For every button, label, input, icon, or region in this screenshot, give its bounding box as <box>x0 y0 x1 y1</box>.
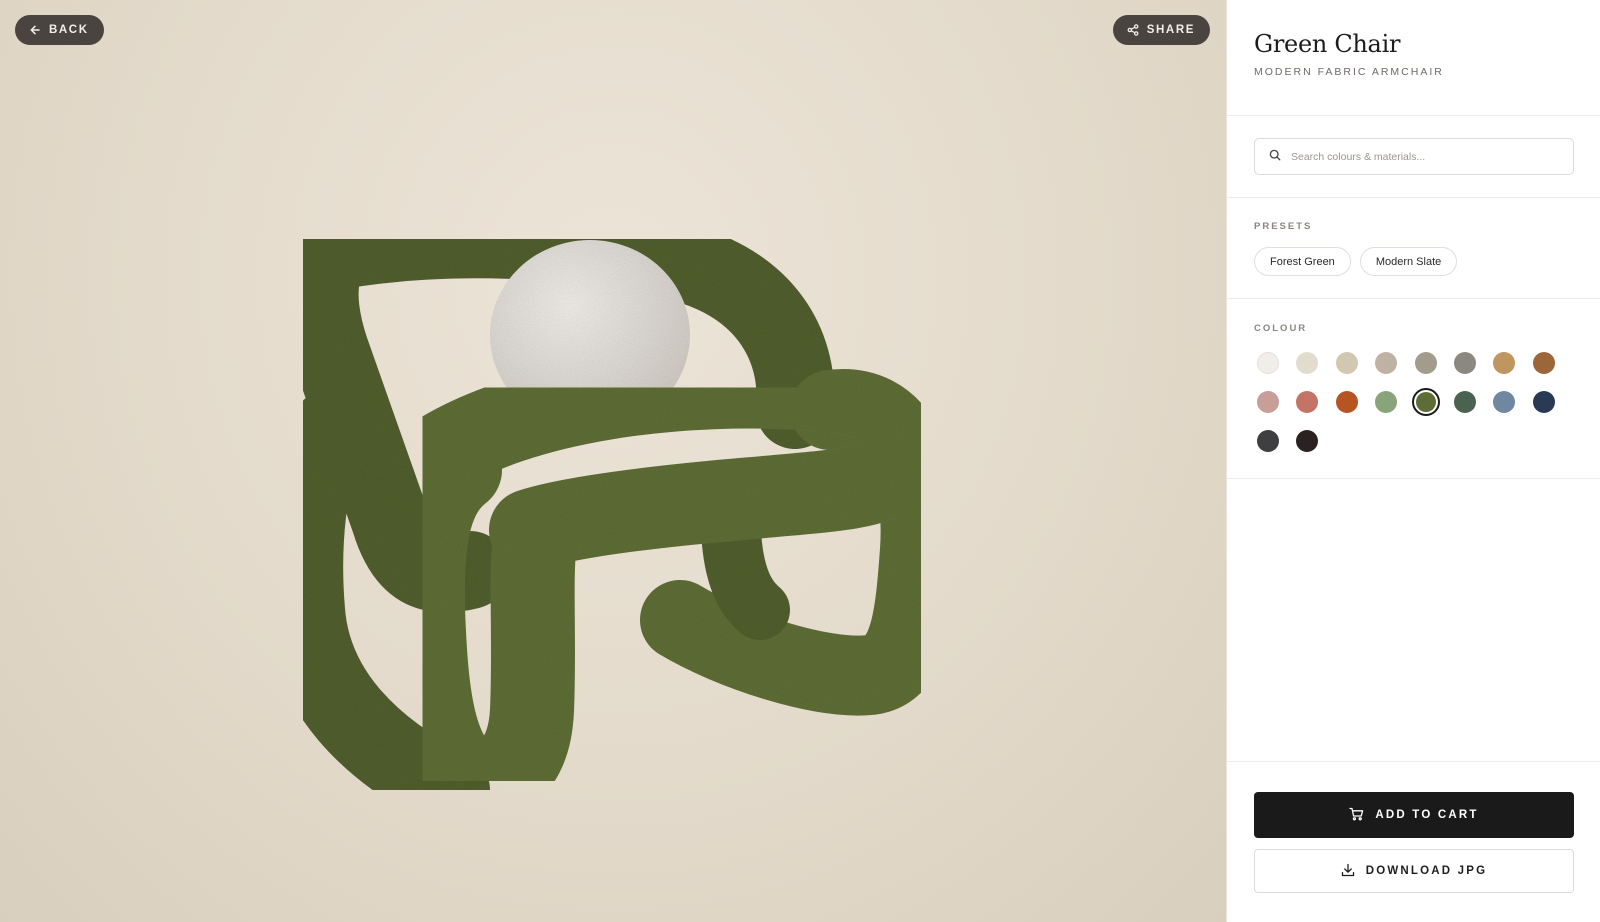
colour-swatch[interactable] <box>1254 349 1282 377</box>
preset-modern-slate[interactable]: Modern Slate <box>1359 247 1458 276</box>
panel-spacer <box>1227 479 1600 762</box>
swatch-dot <box>1453 391 1476 413</box>
colour-swatch[interactable] <box>1530 388 1558 416</box>
swatch-dot <box>1296 391 1319 413</box>
colour-swatch[interactable] <box>1254 427 1282 455</box>
add-to-cart-label: ADD TO CART <box>1375 809 1479 821</box>
arrow-left-icon <box>29 24 41 36</box>
swatch-dot <box>1493 352 1516 374</box>
swatch-dot <box>1532 352 1555 374</box>
cart-icon <box>1349 807 1364 824</box>
swatch-dot <box>1532 391 1555 413</box>
colour-swatch[interactable] <box>1293 388 1321 416</box>
preset-list: Forest Green Modern Slate <box>1254 247 1574 276</box>
back-label: BACK <box>49 24 89 36</box>
colour-label: COLOUR <box>1254 323 1308 334</box>
swatch-dot <box>1335 352 1358 374</box>
swatch-dot <box>1335 391 1358 413</box>
presets-label: PRESETS <box>1254 221 1313 232</box>
colour-swatch[interactable] <box>1254 388 1282 416</box>
swatch-dot <box>1493 391 1516 413</box>
colour-swatch[interactable] <box>1451 349 1479 377</box>
swatch-dot <box>1375 391 1398 413</box>
colour-swatch[interactable] <box>1451 388 1479 416</box>
chair-render[interactable] <box>260 170 980 850</box>
colour-section: COLOUR <box>1227 299 1600 479</box>
download-icon <box>1341 863 1355 880</box>
armchair-illustration <box>263 200 961 830</box>
product-title: Green Chair <box>1254 30 1401 58</box>
preset-forest-green[interactable]: Forest Green <box>1254 247 1351 276</box>
swatch-dot <box>1257 391 1279 413</box>
actions: ADD TO CART DOWNLOAD JPG <box>1227 762 1600 922</box>
swatch-dot <box>1296 430 1319 452</box>
search-input[interactable] <box>1291 150 1561 163</box>
swatch-dot <box>1414 352 1437 374</box>
add-to-cart-button[interactable]: ADD TO CART <box>1254 792 1574 838</box>
share-button[interactable]: SHARE <box>1112 15 1210 45</box>
presets-section: PRESETS Forest Green Modern Slate <box>1227 198 1600 299</box>
colour-swatch-grid <box>1254 349 1574 455</box>
swatch-dot <box>1453 352 1476 374</box>
swatch-dot <box>1257 352 1279 374</box>
colour-swatch[interactable] <box>1372 388 1400 416</box>
share-label: SHARE <box>1146 24 1195 36</box>
colour-swatch[interactable] <box>1490 388 1518 416</box>
download-label: DOWNLOAD JPG <box>1365 865 1488 877</box>
colour-swatch[interactable] <box>1293 349 1321 377</box>
colour-swatch[interactable] <box>1411 388 1440 416</box>
swatch-dot <box>1257 430 1279 452</box>
colour-swatch[interactable] <box>1293 427 1321 455</box>
search-section <box>1227 116 1600 198</box>
colour-swatch[interactable] <box>1530 349 1558 377</box>
download-jpg-button[interactable]: DOWNLOAD JPG <box>1254 849 1574 893</box>
share-icon <box>1127 24 1139 36</box>
colour-swatch[interactable] <box>1412 349 1440 377</box>
back-button[interactable]: BACK <box>15 15 104 45</box>
product-viewer[interactable]: BACK SHARE <box>0 0 1226 922</box>
colour-swatch[interactable] <box>1333 388 1361 416</box>
search-icon <box>1269 148 1281 166</box>
product-subtitle: MODERN FABRIC ARMCHAIR <box>1254 66 1444 78</box>
colour-swatch[interactable] <box>1372 349 1400 377</box>
swatch-dot <box>1296 352 1319 374</box>
colour-swatch[interactable] <box>1333 349 1361 377</box>
configurator-panel: Green Chair MODERN FABRIC ARMCHAIR PRESE… <box>1226 0 1600 922</box>
swatch-dot <box>1375 352 1398 374</box>
product-header: Green Chair MODERN FABRIC ARMCHAIR <box>1227 0 1600 116</box>
search-box[interactable] <box>1254 138 1574 175</box>
swatch-dot <box>1415 392 1436 412</box>
colour-swatch[interactable] <box>1490 349 1518 377</box>
